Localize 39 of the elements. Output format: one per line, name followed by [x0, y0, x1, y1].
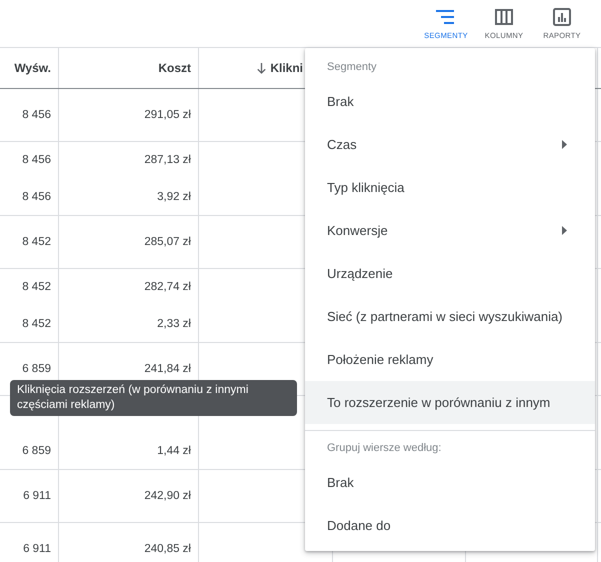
- column-header[interactable]: Koszt: [158, 61, 191, 75]
- menu-item[interactable]: Czas: [305, 123, 595, 166]
- table-cell: 8 452: [22, 236, 51, 248]
- menu-item[interactable]: Konwersje: [305, 209, 595, 252]
- table-cell: 1,44 zł: [157, 444, 191, 457]
- table-cell: 6 911: [23, 490, 51, 502]
- tooltip-text: Kliknięcia rozszerzeń (w porównaniu z innymi częściami reklamy): [17, 383, 250, 413]
- table-cell: 6 859: [22, 363, 51, 375]
- table-cell: 3,92 zł: [157, 190, 191, 203]
- table-cell: 6 859: [22, 444, 51, 457]
- table-cell: 240,85 zł: [144, 543, 191, 555]
- bar-chart-icon: [553, 8, 571, 26]
- menu-item[interactable]: Urządzenie: [305, 252, 595, 295]
- menu-item[interactable]: To rozszerzenie w porównaniu z innym: [305, 381, 595, 424]
- menu-item[interactable]: Dodane do: [305, 504, 595, 547]
- table-cell: 6 911: [23, 543, 51, 555]
- table-cell: 8 456: [22, 109, 51, 121]
- table-cell: 285,07 zł: [144, 236, 191, 248]
- table-cell: 287,13 zł: [144, 154, 191, 166]
- table-cell: 291,05 zł: [144, 109, 191, 121]
- menu-item[interactable]: Typ kliknięcia: [305, 166, 595, 209]
- menu-item[interactable]: Brak: [305, 461, 595, 504]
- table-cell: 8 456: [22, 154, 51, 166]
- segments-icon: [436, 9, 456, 25]
- menu-item[interactable]: Sieć (z partnerami w sieci wyszukiwania): [305, 295, 595, 338]
- menu-section-title: Segmenty: [326, 60, 378, 75]
- column-header[interactable]: Klikni: [270, 61, 303, 75]
- table-cell: 2,33 zł: [157, 318, 191, 330]
- menu-item[interactable]: Brak: [305, 80, 595, 123]
- menu-section-title: Grupuj wiersze według:: [326, 441, 442, 456]
- table-cell: 242,90 zł: [144, 490, 191, 502]
- menu-item[interactable]: Położenie reklamy: [305, 338, 595, 381]
- table-cell: 8 452: [22, 281, 51, 294]
- table-cell: 8 456: [22, 190, 51, 203]
- columns-icon: [495, 9, 513, 25]
- table-cell: 282,74 zł: [144, 281, 191, 294]
- column-header[interactable]: Wyśw.: [14, 61, 51, 75]
- table-cell: 241,84 zł: [144, 363, 191, 375]
- table-cell: 8 452: [22, 318, 51, 330]
